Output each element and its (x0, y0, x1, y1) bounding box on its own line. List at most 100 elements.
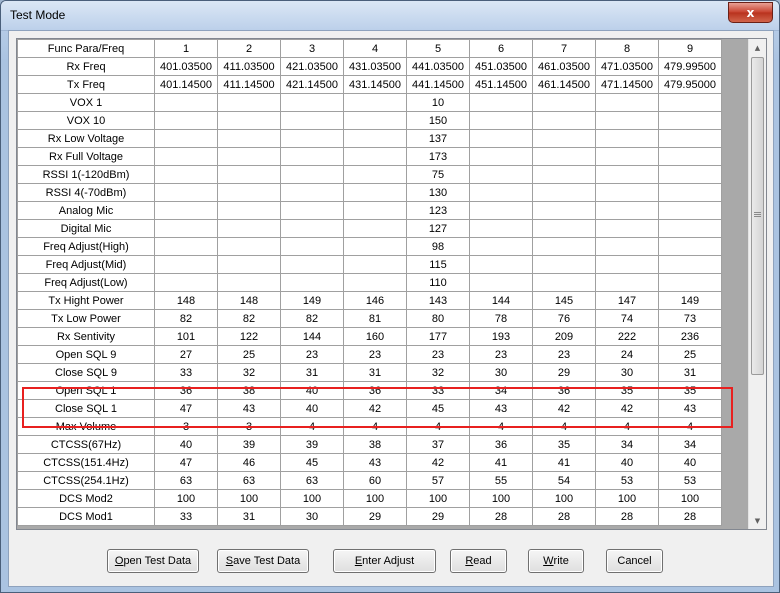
grid-cell[interactable]: 31 (217, 507, 281, 526)
grid-cell[interactable]: 78 (469, 309, 533, 328)
grid-cell[interactable]: 4 (406, 417, 470, 436)
grid-cell[interactable]: 4 (280, 417, 344, 436)
grid-cell[interactable] (469, 147, 533, 166)
grid-cell[interactable]: 28 (532, 507, 596, 526)
grid-cell[interactable] (469, 111, 533, 130)
grid-cell[interactable]: 80 (406, 309, 470, 328)
grid-cell[interactable] (154, 183, 218, 202)
grid-cell[interactable]: 40 (658, 453, 722, 472)
grid-cell[interactable]: 32 (217, 363, 281, 382)
grid-cell[interactable] (217, 165, 281, 184)
grid-cell[interactable] (658, 93, 722, 112)
grid-cell[interactable]: 45 (406, 399, 470, 418)
grid-cell[interactable]: 25 (658, 345, 722, 364)
grid-cell[interactable]: 100 (280, 489, 344, 508)
grid-cell[interactable] (658, 201, 722, 220)
grid-cell[interactable] (280, 93, 344, 112)
grid-cell[interactable] (595, 255, 659, 274)
grid-cell[interactable] (280, 147, 344, 166)
grid-cell[interactable]: 150 (406, 111, 470, 130)
grid-cell[interactable] (595, 111, 659, 130)
grid-cell[interactable]: 479.95000 (658, 75, 722, 94)
grid-cell[interactable]: 411.14500 (217, 75, 281, 94)
grid-cell[interactable] (280, 111, 344, 130)
grid-cell[interactable] (658, 147, 722, 166)
grid-cell[interactable] (217, 273, 281, 292)
grid-cell[interactable]: 23 (406, 345, 470, 364)
title-bar[interactable]: Test Mode x (1, 1, 779, 31)
grid-cell[interactable] (154, 255, 218, 274)
grid-cell[interactable]: 421.03500 (280, 57, 344, 76)
grid-cell[interactable]: 441.14500 (406, 75, 470, 94)
grid-cell[interactable]: 76 (532, 309, 596, 328)
grid-cell[interactable]: 461.03500 (532, 57, 596, 76)
grid-cell[interactable]: 451.03500 (469, 57, 533, 76)
grid-cell[interactable] (469, 273, 533, 292)
grid-cell[interactable] (658, 219, 722, 238)
grid-cell[interactable] (217, 147, 281, 166)
grid-cell[interactable] (280, 219, 344, 238)
grid-cell[interactable]: 35 (658, 381, 722, 400)
grid-cell[interactable] (280, 237, 344, 256)
grid-cell[interactable] (343, 129, 407, 148)
grid-cell[interactable] (154, 219, 218, 238)
grid-cell[interactable]: 37 (406, 435, 470, 454)
grid-cell[interactable] (469, 237, 533, 256)
grid-cell[interactable]: 421.14500 (280, 75, 344, 94)
grid-cell[interactable]: 36 (532, 381, 596, 400)
grid-cell[interactable]: 100 (154, 489, 218, 508)
grid-cell[interactable]: 130 (406, 183, 470, 202)
grid-cell[interactable] (532, 273, 596, 292)
grid-cell[interactable] (217, 219, 281, 238)
grid-cell[interactable]: 34 (469, 381, 533, 400)
grid-cell[interactable] (595, 93, 659, 112)
grid-cell[interactable]: 100 (532, 489, 596, 508)
grid-cell[interactable]: 479.99500 (658, 57, 722, 76)
grid-cell[interactable] (595, 273, 659, 292)
grid-cell[interactable]: 471.03500 (595, 57, 659, 76)
grid-cell[interactable]: 30 (469, 363, 533, 382)
grid-cell[interactable] (532, 147, 596, 166)
grid-cell[interactable] (469, 183, 533, 202)
vertical-scrollbar[interactable]: ▲ ▼ (748, 39, 766, 529)
grid-cell[interactable]: 53 (595, 471, 659, 490)
grid-cell[interactable]: 28 (658, 507, 722, 526)
grid-cell[interactable]: 60 (343, 471, 407, 490)
grid-cell[interactable]: 46 (217, 453, 281, 472)
grid-cell[interactable]: 23 (343, 345, 407, 364)
grid-cell[interactable]: 40 (280, 399, 344, 418)
cancel-button[interactable]: Cancel (606, 549, 663, 573)
scroll-down-button[interactable]: ▼ (749, 512, 766, 529)
grid-cell[interactable] (595, 201, 659, 220)
grid-cell[interactable] (658, 255, 722, 274)
grid-cell[interactable] (595, 237, 659, 256)
grid-cell[interactable]: 36 (469, 435, 533, 454)
grid-cell[interactable]: 25 (217, 345, 281, 364)
grid-cell[interactable]: 43 (343, 453, 407, 472)
scroll-thumb[interactable] (751, 57, 764, 375)
grid-cell[interactable] (217, 129, 281, 148)
grid-cell[interactable]: 4 (658, 417, 722, 436)
grid-cell[interactable] (217, 183, 281, 202)
grid-cell[interactable]: 34 (595, 435, 659, 454)
grid-cell[interactable]: 148 (154, 291, 218, 310)
grid-cell[interactable]: 4 (469, 417, 533, 436)
grid-cell[interactable]: 47 (154, 453, 218, 472)
grid-cell[interactable]: 28 (469, 507, 533, 526)
grid-cell[interactable] (154, 201, 218, 220)
grid-cell[interactable]: 29 (343, 507, 407, 526)
grid-cell[interactable]: 36 (154, 381, 218, 400)
grid-cell[interactable]: 209 (532, 327, 596, 346)
save-test-data-button[interactable]: Save Test Data (217, 549, 309, 573)
grid-cell[interactable]: 55 (469, 471, 533, 490)
grid-cell[interactable]: 143 (406, 291, 470, 310)
grid-cell[interactable]: 82 (217, 309, 281, 328)
grid-cell[interactable]: 10 (406, 93, 470, 112)
grid-cell[interactable]: 39 (280, 435, 344, 454)
grid-cell[interactable]: 28 (595, 507, 659, 526)
grid-cell[interactable] (280, 129, 344, 148)
grid-cell[interactable] (343, 201, 407, 220)
grid-cell[interactable]: 35 (595, 381, 659, 400)
grid-cell[interactable]: 42 (532, 399, 596, 418)
grid-cell[interactable]: 100 (343, 489, 407, 508)
